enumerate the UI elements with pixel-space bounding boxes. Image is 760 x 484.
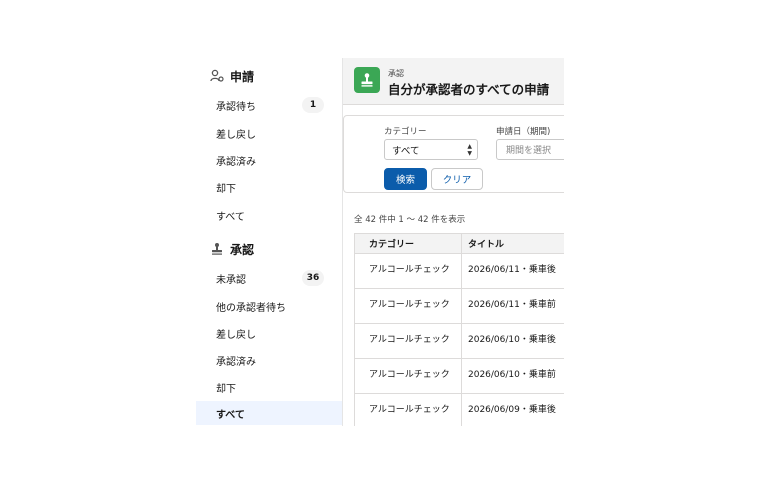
cell-category: アルコールチェック	[354, 358, 462, 394]
sidebar-item-label: 差し戻し	[216, 329, 256, 341]
table-row[interactable]: アルコールチェック 2026/06/10・乗車後	[354, 323, 564, 359]
sidebar-item-request-pending[interactable]: 承認待ち 1	[196, 93, 342, 117]
search-button[interactable]: 検索	[384, 168, 427, 190]
main-content: 承認 自分が承認者のすべての申請 カテゴリー 申請日（期間) すべて ▲ ▼ 期間…	[343, 58, 564, 426]
sidebar-item-label: 他の承認者待ち	[216, 302, 286, 314]
sidebar-item-request-all[interactable]: すべて	[196, 203, 342, 227]
cell-title[interactable]: 2026/06/10・乗車前	[461, 358, 564, 394]
cell-category: アルコールチェック	[354, 323, 462, 359]
sidebar-item-label: 却下	[216, 183, 236, 195]
sidebar-item-label: 差し戻し	[216, 129, 256, 141]
cell-title[interactable]: 2026/06/11・乗車前	[461, 288, 564, 324]
approval-section-header: 承認	[210, 239, 254, 259]
request-section-title: 申請	[230, 69, 255, 84]
cell-category: アルコールチェック	[354, 288, 462, 324]
sidebar-item-label: 承認待ち	[216, 101, 256, 113]
sidebar-item-approval-approved[interactable]: 承認済み	[196, 348, 342, 372]
column-header-title[interactable]: タイトル	[461, 233, 564, 254]
table-row[interactable]: アルコールチェック 2026/06/09・乗車後	[354, 393, 564, 426]
date-range-input[interactable]: 期間を選択	[496, 139, 564, 160]
category-select[interactable]: すべて ▲ ▼	[384, 139, 478, 160]
approval-stamp-icon	[354, 67, 380, 93]
sidebar-item-approval-rejected[interactable]: 却下	[196, 375, 342, 399]
sidebar-item-request-rejected[interactable]: 却下	[196, 175, 342, 199]
category-select-value: すべて	[392, 145, 420, 157]
sidebar-item-label: すべて	[216, 211, 245, 223]
sidebar: 申請 承認待ち 1 差し戻し 承認済み 却下 すべて 承認 未承認 36 他の承…	[196, 58, 343, 426]
sidebar-item-approval-waiting-others[interactable]: 他の承認者待ち	[196, 294, 342, 318]
cell-title[interactable]: 2026/06/11・乗車後	[461, 253, 564, 289]
filter-panel: カテゴリー 申請日（期間) すべて ▲ ▼ 期間を選択 検索 クリア	[343, 115, 564, 193]
cell-title[interactable]: 2026/06/10・乗車後	[461, 323, 564, 359]
page-eyebrow: 承認	[388, 69, 404, 78]
sidebar-item-request-approved[interactable]: 承認済み	[196, 148, 342, 172]
table-header-row: カテゴリー タイトル	[354, 233, 564, 254]
results-count: 全 42 件中 1 〜 42 件を表示	[354, 215, 466, 225]
column-header-category[interactable]: カテゴリー	[354, 233, 462, 254]
sidebar-item-approval-returned[interactable]: 差し戻し	[196, 321, 342, 345]
sidebar-item-approval-all[interactable]: すべて	[196, 401, 342, 425]
table-row[interactable]: アルコールチェック 2026/06/11・乗車後	[354, 253, 564, 289]
table-row[interactable]: アルコールチェック 2026/06/10・乗車前	[354, 358, 564, 394]
date-filter-label: 申請日（期間)	[496, 127, 551, 137]
person-icon	[210, 69, 224, 83]
sidebar-item-label: 承認済み	[216, 156, 256, 168]
approval-section-title: 承認	[230, 242, 255, 257]
sidebar-item-approval-unapproved[interactable]: 未承認 36	[196, 266, 342, 290]
sidebar-item-label: 承認済み	[216, 356, 256, 368]
sidebar-item-label: 未承認	[216, 274, 246, 286]
select-arrows-icon: ▲ ▼	[467, 143, 472, 157]
stamp-icon	[210, 242, 224, 256]
table-row[interactable]: アルコールチェック 2026/06/11・乗車前	[354, 288, 564, 324]
count-badge: 1	[302, 97, 324, 113]
page-header: 承認 自分が承認者のすべての申請	[343, 58, 564, 105]
date-range-placeholder: 期間を選択	[506, 146, 552, 156]
count-badge: 36	[302, 270, 324, 286]
app-frame: 申請 承認待ち 1 差し戻し 承認済み 却下 すべて 承認 未承認 36 他の承…	[196, 58, 564, 426]
sidebar-item-label: すべて	[216, 409, 245, 421]
page-title: 自分が承認者のすべての申請	[388, 82, 550, 97]
sidebar-item-request-returned[interactable]: 差し戻し	[196, 121, 342, 145]
sidebar-item-label: 却下	[216, 383, 236, 395]
results-table: カテゴリー タイトル アルコールチェック 2026/06/11・乗車後 アルコー…	[354, 233, 564, 426]
request-section-header: 申請	[210, 66, 254, 86]
category-filter-label: カテゴリー	[384, 127, 427, 137]
cell-title[interactable]: 2026/06/09・乗車後	[461, 393, 564, 426]
cell-category: アルコールチェック	[354, 253, 462, 289]
clear-button[interactable]: クリア	[431, 168, 483, 190]
cell-category: アルコールチェック	[354, 393, 462, 426]
